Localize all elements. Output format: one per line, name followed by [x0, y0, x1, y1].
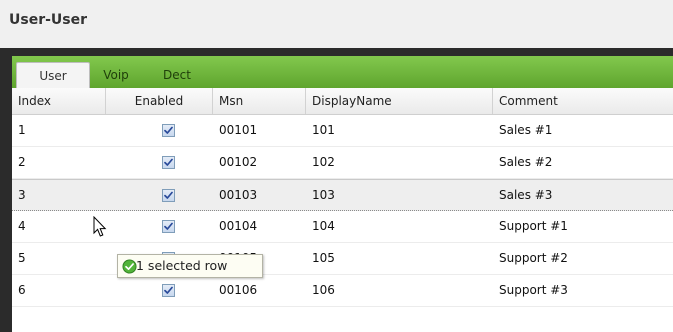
cell-index: 3: [18, 188, 26, 202]
cell-displayname: 105: [312, 251, 335, 265]
table-row[interactable]: 6 00106 106 Support #3: [12, 275, 673, 307]
column-header-displayname[interactable]: DisplayName: [306, 88, 493, 114]
enabled-checkbox[interactable]: [162, 123, 175, 137]
selection-tooltip: 1 selected row: [117, 254, 263, 278]
checkbox-checked-icon: [164, 158, 173, 166]
checkbox-checked-icon: [164, 126, 173, 134]
window-title-bar: User-User: [0, 0, 673, 49]
checkbox-checked-icon: [164, 191, 173, 199]
cell-index: 1: [18, 123, 26, 137]
column-header-enabled[interactable]: Enabled: [106, 88, 213, 114]
mouse-pointer-icon: [93, 216, 107, 237]
table-row[interactable]: 4 00104 104 Support #1: [12, 211, 673, 243]
cell-displayname: 101: [312, 123, 335, 137]
window-title: User-User: [9, 12, 88, 28]
cell-displayname: 104: [312, 219, 335, 233]
cell-index: 4: [18, 219, 26, 233]
enabled-checkbox[interactable]: [162, 188, 175, 202]
cell-comment: Sales #2: [499, 155, 553, 169]
user-panel: User Voip Dect Index Enabled Msn Display…: [0, 48, 673, 332]
cell-index: 5: [18, 251, 26, 265]
cell-comment: Support #1: [499, 219, 568, 233]
cell-displayname: 103: [312, 188, 335, 202]
enabled-checkbox[interactable]: [162, 219, 175, 233]
checkbox-checked-icon: [164, 222, 173, 230]
cell-displayname: 102: [312, 155, 335, 169]
table-row[interactable]: 2 00102 102 Sales #2: [12, 147, 673, 179]
table-row[interactable]: 3 00103 103 Sales #3: [12, 179, 673, 211]
cell-msn: 00102: [219, 155, 258, 169]
cell-msn: 00101: [219, 123, 258, 137]
tab-voip[interactable]: Voip: [96, 62, 136, 88]
column-header-msn[interactable]: Msn: [213, 88, 306, 114]
tab-user[interactable]: User: [16, 62, 90, 89]
tab-bar: User Voip Dect: [12, 56, 673, 89]
cell-comment: Support #2: [499, 251, 568, 265]
check-circle-icon: [122, 259, 137, 274]
column-header-comment[interactable]: Comment: [493, 88, 673, 114]
user-grid: Index Enabled Msn DisplayName Comment 10…: [12, 88, 673, 332]
cell-comment: Sales #1: [499, 123, 553, 137]
tooltip-text: 1 selected row: [136, 258, 228, 273]
enabled-checkbox[interactable]: [162, 283, 175, 297]
table-row[interactable]: 500105105Support #2: [12, 243, 673, 275]
cell-comment: Support #3: [499, 283, 568, 297]
grid-header: Index Enabled Msn DisplayName Comment: [12, 88, 673, 115]
cell-index: 2: [18, 155, 26, 169]
table-row[interactable]: 1 00101 101 Sales #1: [12, 115, 673, 147]
cell-msn: 00106: [219, 283, 258, 297]
column-header-index[interactable]: Index: [12, 88, 106, 114]
tab-dect[interactable]: Dect: [154, 62, 200, 88]
checkbox-checked-icon: [164, 286, 173, 294]
cell-displayname: 106: [312, 283, 335, 297]
cell-msn: 00103: [219, 188, 258, 202]
cell-comment: Sales #3: [499, 188, 553, 202]
cell-msn: 00104: [219, 219, 258, 233]
cell-index: 6: [18, 283, 26, 297]
enabled-checkbox[interactable]: [162, 155, 175, 169]
